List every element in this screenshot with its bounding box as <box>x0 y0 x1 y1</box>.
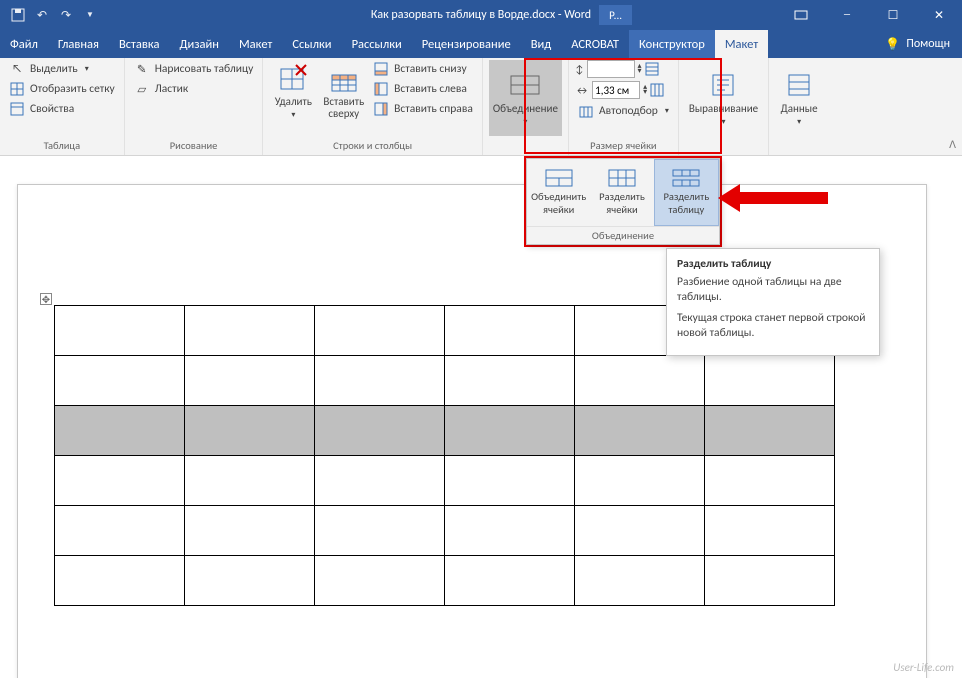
insert-row-below-icon <box>373 61 389 77</box>
properties-icon <box>9 101 25 117</box>
alignment-button[interactable]: Выравнивание▾ <box>685 60 762 136</box>
eraser-icon: ▱ <box>134 81 150 97</box>
insert-row-above-icon <box>328 62 360 94</box>
split-cells-icon <box>608 169 636 187</box>
group-draw-label: Рисование <box>131 138 257 155</box>
merge-dropdown-label: Объединение <box>527 226 719 244</box>
group-draw: ✎Нарисовать таблицу ▱Ластик Рисование <box>125 58 264 155</box>
group-cellsize: ↕▴▾ ↔▴▾ Автоподбор▾ Размер ячейки <box>569 58 679 155</box>
grid-icon <box>9 81 25 97</box>
tab-view[interactable]: Вид <box>521 30 562 58</box>
split-cells-button[interactable]: Разделить ячейки <box>590 159 653 226</box>
distribute-rows-icon[interactable] <box>645 62 659 76</box>
document-area: ✥ <box>0 156 962 678</box>
distribute-cols-icon[interactable] <box>650 83 664 97</box>
cursor-icon: ↖ <box>9 61 25 77</box>
select-button[interactable]: ↖Выделить▾ <box>6 60 118 78</box>
insert-right-button[interactable]: Вставить справа <box>370 100 476 118</box>
col-width-field[interactable]: ↔▴▾ <box>575 81 672 99</box>
redo-icon[interactable]: ↷ <box>56 5 76 25</box>
row-height-field[interactable]: ↕▴▾ <box>575 60 672 78</box>
context-tab-label: Р... <box>599 5 632 25</box>
group-cellsize-label: Размер ячейки <box>575 138 672 155</box>
insert-below-button[interactable]: Вставить снизу <box>370 60 476 78</box>
group-align: Выравнивание▾ <box>679 58 769 155</box>
ribbon: ↖Выделить▾ Отобразить сетку Свойства Таб… <box>0 58 962 156</box>
watermark: User-Life.com <box>893 661 954 674</box>
document-title: Как разорвать таблицу в Ворде.docx - Wor… <box>371 8 591 22</box>
pencil-icon: ✎ <box>134 61 150 77</box>
table-row <box>55 356 835 406</box>
tab-review[interactable]: Рецензирование <box>412 30 521 58</box>
split-table-icon <box>672 169 700 187</box>
tab-layout[interactable]: Макет <box>229 30 282 58</box>
table-anchor-icon[interactable]: ✥ <box>40 293 52 305</box>
delete-button[interactable]: Удалить▾ <box>269 60 317 122</box>
merge-dropdown-button[interactable]: Объединение▾ <box>489 60 562 136</box>
table-row <box>55 506 835 556</box>
height-icon: ↕ <box>575 63 584 76</box>
row-height-input[interactable] <box>587 60 635 78</box>
tab-mailings[interactable]: Рассылки <box>342 30 412 58</box>
tooltip-line1: Разбиение одной таблицы на две таблицы. <box>677 275 869 305</box>
group-table: ↖Выделить▾ Отобразить сетку Свойства Таб… <box>0 58 125 155</box>
draw-table-button[interactable]: ✎Нарисовать таблицу <box>131 60 257 78</box>
tooltip-title: Разделить таблицу <box>677 257 869 271</box>
collapse-ribbon-icon[interactable]: ᐱ <box>949 138 956 151</box>
merge-group-icon <box>509 69 541 101</box>
ribbon-options-icon[interactable] <box>778 0 824 30</box>
split-table-button[interactable]: Разделить таблицу <box>654 159 719 226</box>
insert-col-right-icon <box>373 101 389 117</box>
help-label: Помощн <box>906 37 950 51</box>
tooltip: Разделить таблицу Разбиение одной таблиц… <box>666 248 880 356</box>
alignment-icon <box>707 69 739 101</box>
tab-constructor[interactable]: Конструктор <box>629 30 715 58</box>
delete-table-icon <box>277 62 309 94</box>
group-rowscols-label: Строки и столбцы <box>269 138 476 155</box>
data-icon <box>783 69 815 101</box>
group-table-label: Таблица <box>6 138 118 155</box>
close-icon[interactable]: ✕ <box>916 0 962 30</box>
width-icon: ↔ <box>575 84 589 97</box>
merge-cells-icon <box>545 169 573 187</box>
tab-acrobat[interactable]: ACROBAT <box>561 30 629 58</box>
table-row <box>55 456 835 506</box>
table-row-selected <box>55 406 835 456</box>
autofit-icon <box>578 103 594 119</box>
merge-cells-button[interactable]: Объединить ячейки <box>527 159 590 226</box>
insert-above-button[interactable]: Вставить сверху <box>319 60 368 122</box>
autofit-button[interactable]: Автоподбор▾ <box>575 102 672 120</box>
save-icon[interactable] <box>8 5 28 25</box>
group-rowscols: Удалить▾ Вставить сверху Вставить снизу … <box>263 58 483 155</box>
group-data: Данные▾ <box>769 58 829 155</box>
tab-design[interactable]: Дизайн <box>169 30 229 58</box>
tooltip-line2: Текущая строка станет первой строкой нов… <box>677 311 869 341</box>
insert-col-left-icon <box>373 81 389 97</box>
lightbulb-icon: 💡 <box>885 37 900 52</box>
tab-file[interactable]: Файл <box>0 30 48 58</box>
group-merge: Объединение▾ <box>483 58 569 155</box>
properties-button[interactable]: Свойства <box>6 100 118 118</box>
gridlines-button[interactable]: Отобразить сетку <box>6 80 118 98</box>
maximize-icon[interactable]: ☐ <box>870 0 916 30</box>
qat-more-icon[interactable]: ▼ <box>80 5 100 25</box>
tab-references[interactable]: Ссылки <box>282 30 341 58</box>
undo-icon[interactable]: ↶ <box>32 5 52 25</box>
table-row <box>55 556 835 606</box>
tab-table-layout[interactable]: Макет <box>715 30 768 58</box>
minimize-icon[interactable]: ─ <box>824 0 870 30</box>
ribbon-tabs: Файл Главная Вставка Дизайн Макет Ссылки… <box>0 30 962 58</box>
merge-dropdown-panel: Объединить ячейки Разделить ячейки Разде… <box>526 158 720 245</box>
titlebar: ↶ ↷ ▼ Как разорвать таблицу в Ворде.docx… <box>0 0 962 30</box>
insert-left-button[interactable]: Вставить слева <box>370 80 476 98</box>
tab-home[interactable]: Главная <box>48 30 109 58</box>
tell-me[interactable]: 💡 Помощн <box>873 30 962 58</box>
tab-insert[interactable]: Вставка <box>109 30 170 58</box>
col-width-input[interactable] <box>592 81 640 99</box>
eraser-button[interactable]: ▱Ластик <box>131 80 257 98</box>
data-button[interactable]: Данные▾ <box>775 60 823 136</box>
